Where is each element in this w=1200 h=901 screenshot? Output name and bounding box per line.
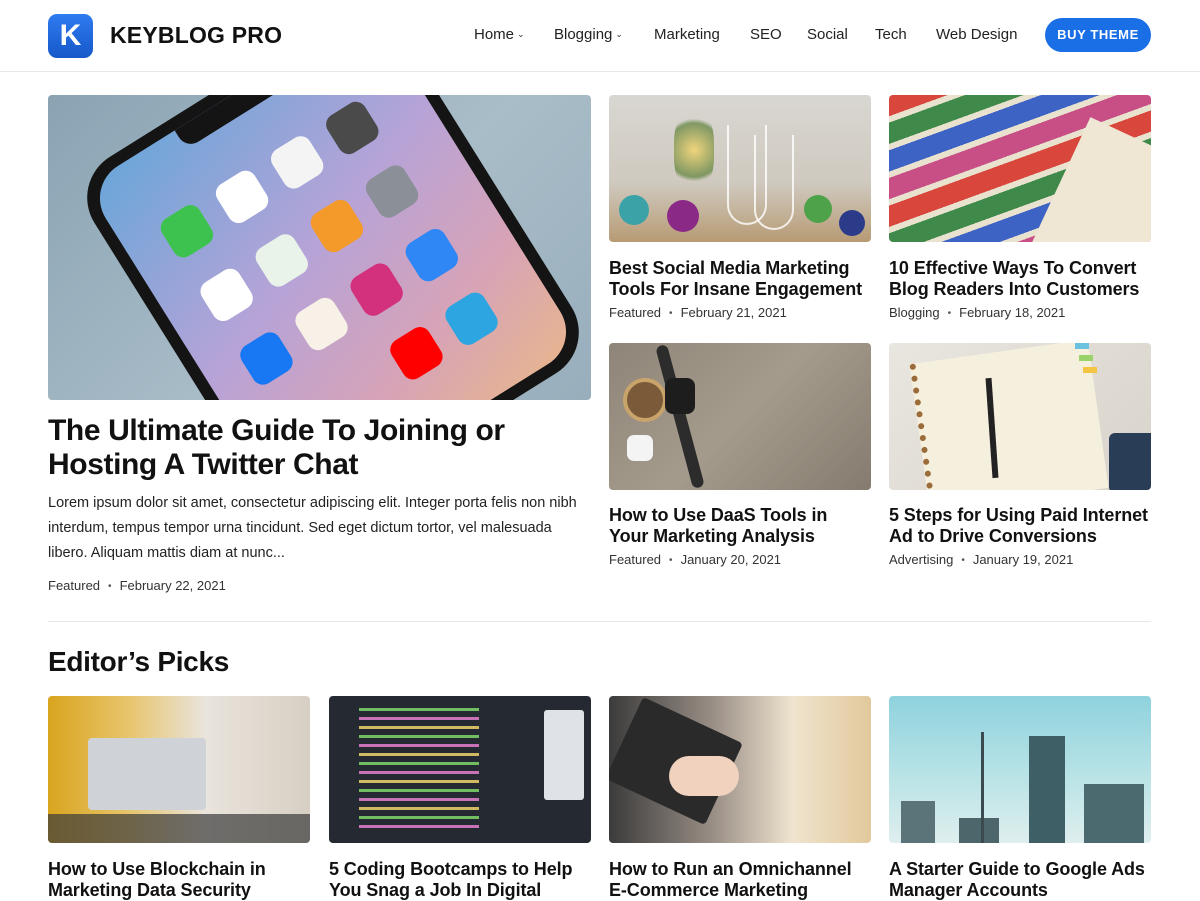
post-date: February 22, 2021	[119, 578, 226, 593]
article-meta: Advertising • January 19, 2021	[889, 552, 1073, 567]
article-title[interactable]: 5 Steps for Using Paid Internet Ad to Dr…	[889, 505, 1151, 547]
ornament-ball-shape	[667, 200, 699, 232]
article-meta: Blogging • February 18, 2021	[889, 305, 1065, 320]
settings-app-icon	[361, 161, 423, 222]
nav-item-label: Blogging	[554, 26, 613, 43]
category-link[interactable]: Featured	[48, 578, 100, 593]
article-title[interactable]: How to Use Blockchain in Marketing Data …	[48, 859, 310, 901]
post-date: February 21, 2021	[680, 305, 787, 320]
nav-item-blogging[interactable]: Blogging ⌄	[554, 26, 623, 43]
flag-app-icon	[291, 293, 352, 355]
post-date: February 18, 2021	[959, 305, 1066, 320]
camera-app-icon	[321, 97, 383, 159]
typing-laptop-image-icon[interactable]	[609, 696, 871, 843]
calendar-app-icon	[211, 166, 273, 228]
category-link[interactable]: Advertising	[889, 552, 953, 567]
article-meta: Featured • February 21, 2021	[609, 305, 787, 320]
phone-notch	[174, 95, 297, 150]
smartphone-image-icon[interactable]	[48, 95, 591, 400]
maps-app-icon	[251, 230, 313, 291]
post-date: January 19, 2021	[972, 552, 1074, 567]
editors-picks-heading: Editor’s Picks	[48, 646, 229, 677]
article-meta: Featured • January 20, 2021	[609, 552, 781, 567]
earbuds-case-shape	[627, 435, 653, 461]
ornament-ball-shape	[619, 195, 649, 225]
instagram-app-icon	[346, 259, 407, 320]
hero-article-meta: Featured • February 22, 2021	[48, 578, 226, 593]
post-date: January 20, 2021	[680, 552, 782, 567]
nav-item-tech[interactable]: Tech	[875, 26, 907, 43]
article-title[interactable]: 5 Coding Bootcamps to Help You Snag a Jo…	[329, 859, 591, 901]
nav-item-label: Home	[474, 26, 515, 43]
article-title[interactable]: 10 Effective Ways To Convert Blog Reader…	[889, 258, 1151, 300]
separator-dot: •	[108, 581, 112, 592]
code-screen-image-icon[interactable]	[329, 696, 591, 843]
notebook-pen-image-icon[interactable]	[889, 343, 1151, 490]
messages-app-icon	[156, 200, 218, 262]
messenger-app-icon	[401, 224, 463, 286]
hero-article-excerpt: Lorem ipsum dolor sit amet, consectetur …	[48, 495, 577, 561]
youtube-app-icon	[386, 322, 447, 384]
separator-dot: •	[669, 555, 673, 566]
site-header: K KEYBLOG PRO Home ⌄ Blogging ⌄ Marketing …	[0, 0, 1200, 72]
separator-dot: •	[947, 308, 952, 319]
code-lines-shape	[359, 708, 479, 833]
article-title[interactable]: A Starter Guide to Google Ads Manager Ac…	[889, 859, 1151, 901]
separator-dot: •	[669, 308, 673, 319]
wine-glass-shape	[754, 135, 794, 230]
building-shape	[959, 818, 999, 843]
nav-item-marketing[interactable]: Marketing	[654, 26, 720, 43]
wine-glasses-image-icon[interactable]	[609, 95, 871, 242]
logo-icon[interactable]: K	[48, 14, 93, 58]
plant-pot-shape	[623, 378, 667, 422]
sticky-tab-shape	[1079, 355, 1093, 361]
box-edge-shape	[1022, 117, 1151, 242]
tree-lights-shape	[674, 110, 714, 190]
chevron-down-icon: ⌄	[517, 29, 525, 39]
laptop-shape	[88, 738, 206, 810]
article-title[interactable]: How to Run an Omnichannel E-Commerce Mar…	[609, 859, 871, 901]
section-divider	[48, 621, 1151, 622]
telegram-app-icon	[441, 288, 502, 350]
side-monitor-shape	[544, 710, 584, 800]
watch-strap-shape	[655, 343, 705, 490]
watch-face-shape	[665, 378, 695, 414]
category-link[interactable]: Blogging	[889, 305, 940, 320]
category-link[interactable]: Featured	[609, 305, 661, 320]
photos-app-icon	[266, 132, 328, 193]
phone-shape	[69, 95, 591, 400]
nav-item-seo[interactable]: SEO	[750, 26, 782, 43]
hands-shape	[669, 756, 739, 796]
separator-dot: •	[961, 555, 965, 566]
street-lamp-shape	[981, 732, 984, 843]
city-skyline-image-icon[interactable]	[889, 696, 1151, 843]
sticky-tab-shape	[1075, 343, 1089, 349]
site-title[interactable]: KEYBLOG PRO	[110, 22, 282, 49]
article-title[interactable]: How to Use DaaS Tools in Your Marketing …	[609, 505, 871, 547]
assistant-app-icon	[196, 264, 257, 326]
crayons-image-icon[interactable]	[889, 95, 1151, 242]
notebook-shape	[909, 343, 1109, 490]
calculator-shape	[1109, 433, 1151, 490]
swarm-app-icon	[306, 195, 368, 257]
facebook-app-icon	[236, 328, 297, 389]
laptop-people-image-icon[interactable]	[48, 696, 310, 843]
article-title[interactable]: Best Social Media Marketing Tools For In…	[609, 258, 871, 300]
legs-shape	[48, 814, 310, 843]
hero-article-title[interactable]: The Ultimate Guide To Joining or Hosting…	[48, 414, 593, 482]
chevron-down-icon: ⌄	[615, 29, 623, 39]
sticky-tab-shape	[1083, 367, 1097, 373]
desk-watch-image-icon[interactable]	[609, 343, 871, 490]
ornament-ball-shape	[839, 210, 865, 236]
ornament-ball-shape	[804, 195, 832, 223]
nav-item-web-design[interactable]: Web Design	[936, 26, 1017, 43]
building-shape	[1029, 736, 1065, 843]
nav-item-home[interactable]: Home ⌄	[474, 26, 525, 43]
nav-item-social[interactable]: Social	[807, 26, 848, 43]
phone-screen	[85, 95, 581, 400]
building-shape	[901, 801, 935, 843]
category-link[interactable]: Featured	[609, 552, 661, 567]
building-shape	[1084, 784, 1144, 843]
buy-theme-button[interactable]: BUY THEME	[1045, 18, 1151, 52]
